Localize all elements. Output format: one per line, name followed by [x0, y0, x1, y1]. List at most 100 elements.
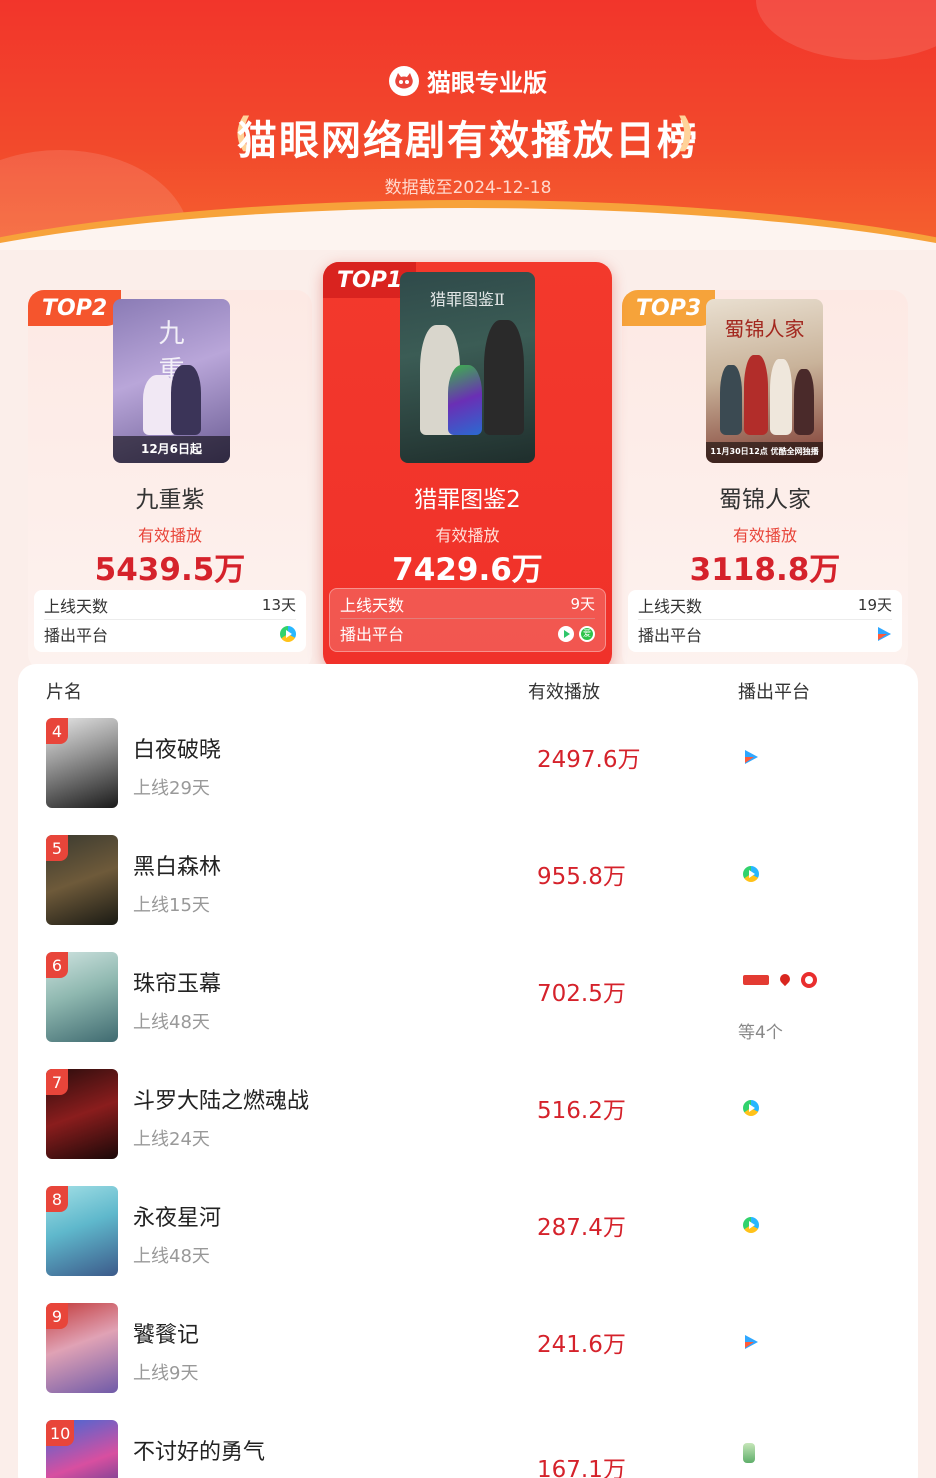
plays-value: 287.4万: [537, 1215, 626, 1241]
plays-value: 167.1万: [537, 1457, 626, 1478]
platform-icon: [743, 1442, 755, 1463]
plays-value: 241.6万: [537, 1332, 626, 1358]
rank-tag: TOP3: [622, 290, 716, 326]
poster-thumbnail: 4: [46, 718, 118, 808]
list-header: 片名 有效播放 播出平台: [18, 678, 918, 708]
days-online: 上线24天: [133, 1129, 210, 1150]
column-header-platform: 播出平台: [738, 682, 810, 703]
podium-card-top2[interactable]: TOP2 九重紫 12月6日起 九重紫 有效播放 5439.5万 上线天数 13…: [28, 290, 312, 670]
poster-figure: [484, 320, 524, 435]
list-item[interactable]: 4 白夜破晓 上线29天 2497.6万: [18, 710, 918, 827]
plays-value: 3118.8万: [689, 552, 841, 588]
days-online: 上线48天: [133, 1246, 210, 1267]
days-value: 19天: [857, 596, 892, 614]
days-label: 上线天数: [340, 595, 405, 615]
poster-image: 蜀锦人家 11月30日12点 优酷全网独播: [706, 299, 823, 463]
rank-badge: 5: [46, 835, 68, 861]
rank-tag: TOP2: [28, 290, 122, 326]
poster-thumbnail: 5: [46, 835, 118, 925]
ranking-list: 片名 有效播放 播出平台 4 白夜破晓 上线29天 2497.6万 5 黑白森林…: [18, 664, 918, 1478]
plays-value: 2497.6万: [537, 747, 641, 773]
poster-figure: [720, 365, 742, 435]
rank-badge: 10: [46, 1420, 75, 1446]
poster-calligraphy: 猎罪图鉴Ⅱ: [430, 290, 505, 309]
poster-thumbnail: 7: [46, 1069, 118, 1159]
rank-badge: 6: [46, 952, 68, 978]
iqiyi-icon: [579, 626, 595, 642]
list-item[interactable]: 10 不讨好的勇气 167.1万: [18, 1412, 918, 1478]
drama-title: 不讨好的勇气: [133, 1440, 266, 1465]
brand-name: 猫眼专业版: [427, 69, 547, 97]
poster-figure: [794, 369, 814, 435]
plays-value: 955.8万: [537, 864, 626, 890]
plays-label: 有效播放: [137, 526, 202, 545]
plays-value: 5439.5万: [94, 552, 246, 588]
drama-title: 永夜星河: [133, 1206, 222, 1231]
meta-box: 上线天数 9天 播出平台: [329, 588, 606, 652]
list-item[interactable]: 7 斗罗大陆之燃魂战 上线24天 516.2万: [18, 1061, 918, 1178]
days-online: 上线29天: [133, 778, 210, 799]
drama-title: 珠帘玉幕: [133, 972, 222, 997]
poster-image: 九重紫 12月6日起: [113, 299, 230, 463]
drama-title: 饕餮记: [133, 1323, 200, 1348]
poster-figure: [171, 365, 201, 435]
days-label: 上线天数: [638, 596, 703, 616]
poster-thumbnail: 6: [46, 952, 118, 1042]
poster-calligraphy: 蜀锦人家: [724, 317, 805, 341]
poster-figure: [744, 355, 768, 435]
meta-box: 上线天数 13天 播出平台: [34, 590, 306, 652]
tencent-video-icon: [557, 626, 574, 642]
drama-title: 斗罗大陆之燃魂战: [133, 1089, 310, 1114]
plays-value: 7429.6万: [392, 552, 543, 588]
column-header-name: 片名: [46, 682, 82, 703]
rank-badge: 9: [46, 1303, 68, 1329]
days-label: 上线天数: [44, 596, 109, 616]
tencent-video-icon: [743, 865, 759, 882]
header-decoration: [756, 0, 936, 60]
page-title: 猫眼网络剧有效播放日榜: [237, 118, 699, 164]
plays-value: 516.2万: [537, 1098, 626, 1124]
platform-round-icon: [801, 972, 817, 988]
plays-label: 有效播放: [732, 526, 797, 545]
header-banner: 猫眼专业版 ( 猫眼网络剧有效播放日榜 ) 数据截至2024-12-18: [0, 0, 936, 250]
days-value: 13天: [261, 596, 296, 614]
drama-title: 黑白森林: [133, 855, 222, 880]
youku-icon: [743, 1334, 759, 1350]
poster-image: 猎罪图鉴Ⅱ: [400, 272, 535, 463]
drama-title: 九重紫: [135, 487, 205, 513]
column-header-plays: 有效播放: [528, 682, 600, 703]
platform-more[interactable]: 等4个: [738, 1018, 783, 1043]
days-online: 上线9天: [133, 1363, 199, 1384]
rank-badge: 8: [46, 1186, 68, 1212]
list-item[interactable]: 8 永夜星河 上线48天 287.4万: [18, 1178, 918, 1295]
poster-thumbnail: 9: [46, 1303, 118, 1393]
youku-icon: [876, 626, 892, 642]
days-value: 9天: [570, 595, 595, 613]
tencent-video-icon: [743, 1216, 759, 1233]
list-item[interactable]: 9 饕餮记 上线9天 241.6万: [18, 1295, 918, 1412]
days-online: 上线15天: [133, 895, 210, 916]
platform-label: 播出平台: [44, 626, 109, 645]
drama-title: 猎罪图鉴2: [414, 487, 521, 513]
rank-badge: 4: [46, 718, 68, 744]
poster-figure: [770, 359, 792, 435]
platform-label: 播出平台: [340, 625, 405, 644]
laurel-right-icon: ): [676, 110, 695, 156]
platform-label: 播出平台: [638, 626, 703, 645]
poster-caption: 11月30日12点 优酷全网独播: [706, 442, 823, 463]
podium-card-top3[interactable]: TOP3 蜀锦人家 11月30日12点 优酷全网独播 蜀锦人家 有效播放 311…: [622, 290, 908, 670]
plays-label: 有效播放: [435, 526, 500, 545]
poster-painting: [448, 365, 482, 435]
poster-caption: 12月6日起: [113, 436, 230, 463]
brand: 猫眼专业版: [0, 63, 936, 98]
poster-thumbnail: 10: [46, 1420, 118, 1478]
drama-title: 白夜破晓: [133, 738, 222, 763]
poster-thumbnail: 8: [46, 1186, 118, 1276]
list-item[interactable]: 5 黑白森林 上线15天 955.8万: [18, 827, 918, 944]
data-date: 数据截至2024-12-18: [384, 178, 552, 198]
list-item[interactable]: 6 珠帘玉幕 上线48天 702.5万 等4个: [18, 944, 918, 1061]
plays-value: 702.5万: [537, 981, 626, 1007]
podium-card-top1[interactable]: TOP1 猎罪图鉴Ⅱ 猎罪图鉴2 有效播放 7429.6万 上线天数 9天 播出…: [323, 262, 612, 670]
platform-fan-icon: [777, 972, 793, 988]
tencent-video-icon: [743, 1099, 759, 1116]
